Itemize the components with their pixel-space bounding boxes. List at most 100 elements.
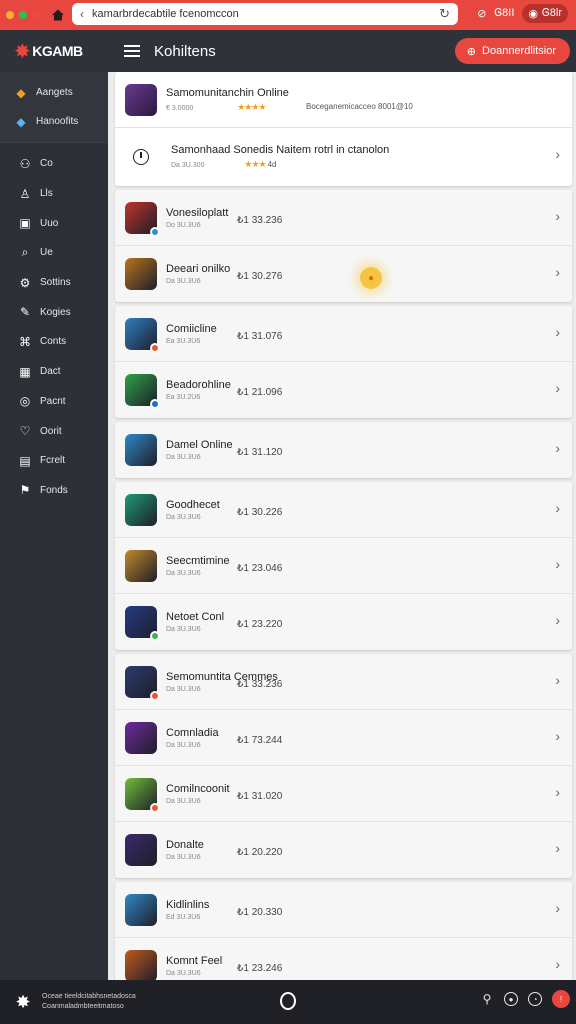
game-row[interactable]: Goodhecet Da 3U.3U6 ₺1 30.226 › [115,482,572,538]
sidebar-item-label: Oorit [40,425,62,437]
sidebar-item-uuo[interactable]: ▣ Uuo [0,208,108,238]
home-button-icon[interactable] [280,992,296,1010]
sidebar-item-fonds[interactable]: ⚑ Fonds [0,476,108,506]
game-row[interactable]: Netoet Conl Da 3U.3U6 ₺1 23.220 › [115,594,572,650]
people-icon: ⚇ [19,156,31,171]
reload-icon[interactable]: ↻ [439,6,450,22]
chevron-right-icon[interactable]: › [555,146,560,162]
game-row[interactable]: Donalte Da 3U.3U6 ₺1 20.220 › [115,822,572,878]
sidebar-item-dact[interactable]: ▦ Dact [0,357,108,387]
game-row[interactable]: Comilncoonit Da 3U.3U6 ₺1 31.020 › [115,766,572,822]
hamburger-menu-icon[interactable] [124,45,140,57]
close-button[interactable] [32,11,40,19]
game-row[interactable]: Deeari onilko Da 3U.3U6 ₺1 30.276 › [115,246,572,302]
game-row[interactable]: Seecmtimine Da 3U.3U6 ₺1 23.046 › [115,538,572,594]
sidebar-item-pacnt[interactable]: ◎ Pacnt [0,387,108,417]
sidebar-item-conts[interactable]: ⌘ Conts [0,327,108,357]
game-sub: Da 3U.3U6 [166,797,201,805]
back-icon[interactable]: ‹ [80,7,84,21]
url-text[interactable]: kamarbrdecabtile fcenomccon [92,8,439,20]
clock-icon[interactable]: ◔ [528,992,542,1006]
game-row[interactable]: Comiicline Ea 3U.3U6 ₺1 31.076 › [115,306,572,362]
game-thumbnail [125,665,160,701]
address-bar[interactable]: ‹ kamarbrdecabtile fcenomccon ↻ [72,3,458,25]
gem-icon: ◆ [16,114,26,129]
game-row[interactable]: Semomuntita Cemmes Da 3U.3U6 ₺1 33.236 › [115,654,572,710]
sidebar-item-oorit[interactable]: ♡ Oorit [0,416,108,446]
game-row[interactable]: Kidlinlins Ed 3U.3U6 ₺1 20.330 › [115,882,572,938]
game-stat: ₺1 23.046 [237,563,283,574]
game-thumbnail [125,83,157,116]
chevron-right-icon[interactable]: › [555,900,560,916]
game-row[interactable]: Beadorohline Ea 3U.2U6 ₺1 21.096 › [115,362,572,418]
coin-icon[interactable]: ● [360,267,382,289]
app-logo[interactable]: ✸ KGAMB [0,30,108,72]
chevron-right-icon[interactable]: › [555,956,560,972]
game-thumbnail [125,201,160,237]
sidebar-item-hanoofits[interactable]: ◆ Hanoofits [0,107,108,136]
chevron-right-icon[interactable]: › [555,728,560,744]
sidebar-item-label: Co [40,158,53,170]
chevron-right-icon[interactable]: › [555,208,560,224]
featured-row[interactable]: Samomunitanchin Online € 3.0000 ★★★★ Boc… [115,72,572,128]
chevron-right-icon[interactable]: › [555,264,560,280]
sidebar-item-label: Pacnt [40,395,66,407]
status-badge [150,690,160,701]
game-sub: Do 3U.3U6 [166,221,201,229]
game-extra: Boceganemicacceo 8001@10 [306,102,413,111]
chevron-right-icon[interactable]: › [555,840,560,856]
cta-button[interactable]: ⊕ Doannerdlitsior [454,38,570,64]
chevron-right-icon[interactable]: › [555,324,560,340]
maximize-button[interactable] [19,11,27,19]
browser-account: ⊘ Ꮆ8II ◉ Ꮆ8lr [477,4,568,23]
game-sub: Ed 3U.3U6 [166,913,201,921]
game-name: Comiicline [166,322,217,335]
chevron-right-icon[interactable]: › [555,784,560,800]
game-row[interactable]: Comnladia Da 3U.3U6 ₺1 73.244 › [115,710,572,766]
chevron-right-icon[interactable]: › [555,440,560,456]
sidebar-item-co[interactable]: ⚇ Co [0,149,108,179]
sidebar-item-kogies[interactable]: ✎ Kogies [0,297,108,327]
sidebar-item-ue[interactable]: ⌕ Ue [0,238,108,268]
app-logo-icon[interactable]: ✸ [12,991,34,1013]
game-row[interactable]: Damel Online Da 3U.3U6 ₺1 31.120 › [115,422,572,478]
doc-icon: ▤ [19,453,31,468]
game-sub: Da 3U.3U6 [166,278,201,285]
notification-icon[interactable]: ! [552,990,570,1008]
search-icon[interactable]: ⚲ [480,992,494,1006]
game-row[interactable]: Komnt Feel Da 3U.3U6 ₺1 23.246 › [115,938,572,980]
sidebar-item-lls[interactable]: ♙ Lls [0,179,108,209]
sidebar-item-aangets[interactable]: ◆ Aangets [0,78,108,107]
browser-chrome: ‹ kamarbrdecabtile fcenomccon ↻ ⊘ Ꮆ8II ◉… [0,0,576,30]
featured-row[interactable]: Samonhaad Sonedis Naitem rotrl in ctanol… [115,128,572,186]
game-name: Donalte [166,839,204,851]
chevron-right-icon[interactable]: › [555,556,560,572]
minimize-button[interactable] [6,11,14,19]
game-row[interactable]: Vonesiloplatt Do 3U.3U6 ₺1 33.236 › [115,190,572,246]
cta-label: Doannerdlitsior [482,45,556,57]
profile-button[interactable]: ◉ Ꮆ8lr [522,4,568,23]
extension-icon[interactable]: ⊘ [477,7,486,20]
game-name: Comilncoonit [166,782,230,795]
taskbar-line-1: Oceae tieeldcitabhsnetadosca [42,993,136,1000]
sidebar-item-label: Fonds [40,484,68,496]
record-icon[interactable]: ● [504,992,518,1006]
chevron-right-icon[interactable]: › [555,612,560,628]
game-group: Goodhecet Da 3U.3U6 ₺1 30.226 › Seecmtimine D… [115,482,572,650]
sidebar-item-sottins[interactable]: ⚙ Sottins [0,268,108,298]
sidebar-item-fcrelt[interactable]: ▤ Fcrelt [0,446,108,476]
game-sub: Da 3U.3U6 [166,741,201,749]
sidebar-item-label: Lls [40,188,53,200]
chevron-right-icon[interactable]: › [555,672,560,688]
game-stat: ₺1 31.120 [237,447,283,458]
home-icon[interactable] [50,7,66,23]
app-header: ✸ KGAMB Kohiltens ⊕ Doannerdlitsior [0,30,576,72]
chevron-right-icon[interactable]: › [555,500,560,516]
game-sub: Da 3U.3U6 [166,970,201,977]
chevron-right-icon[interactable]: › [555,380,560,396]
game-stat: ₺1 33.236 [237,215,283,226]
account-label[interactable]: Ꮆ8II [494,7,514,20]
game-stat: ₺1 73.244 [237,735,283,746]
sidebar-item-label: Kogies [40,306,71,318]
game-stat: ₺1 20.330 [237,907,283,918]
